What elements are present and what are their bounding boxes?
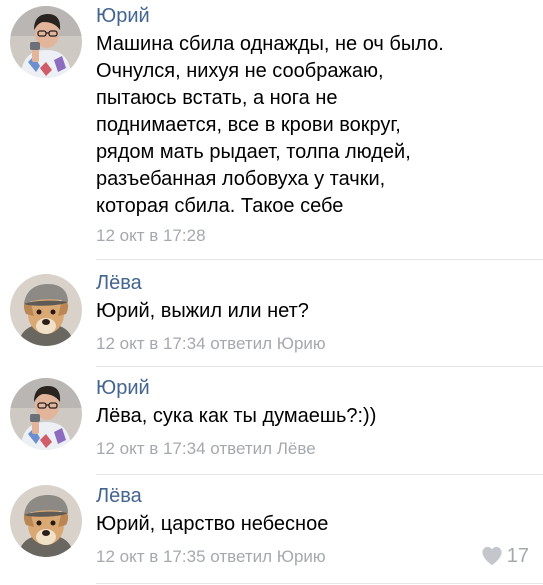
comment: Юрий Машина сбила однажды, не оч было. О… [0, 0, 543, 260]
dog-in-cap-icon [10, 274, 82, 346]
comment-text: Юрий, выжил или нет? [96, 298, 536, 325]
comment-text-line: пытаюсь встать, а нога не [96, 87, 338, 109]
comment-author[interactable]: Юрий [96, 4, 150, 28]
dog-in-cap-icon [10, 485, 82, 557]
comment-text-line: Юрий, царство небесное [96, 513, 329, 535]
comment-text-line: поднимается, все в крови вокруг, [96, 114, 401, 136]
divider [96, 583, 543, 584]
comment-timestamp[interactable]: 12 окт в 17:35 ответил Юрию [96, 546, 326, 568]
comment-author[interactable]: Лёва [96, 271, 142, 295]
comment-timestamp[interactable]: 12 окт в 17:28 [96, 225, 206, 247]
comment-text-line: рядом мать рыдает, толпа людей, [96, 141, 411, 163]
avatar[interactable] [10, 378, 82, 450]
comment-text-line: Лёва, сука как ты думаешь?:)) [96, 405, 377, 427]
comment-author[interactable]: Лёва [96, 484, 142, 508]
heart-icon [482, 546, 502, 566]
comment-text-line: Юрий, выжил или нет? [96, 300, 309, 322]
comment-text: Лёва, сука как ты думаешь?:)) [96, 403, 536, 430]
comment: Лёва Юрий, выжил или нет? 12 окт в 17:34… [0, 260, 543, 367]
avatar[interactable] [10, 485, 82, 557]
comment-text-line: разъебанная лобовуха у тачки, [96, 168, 386, 190]
like-count: 17 [506, 545, 529, 567]
comment-text: Юрий, царство небесное [96, 511, 536, 538]
avatar[interactable] [10, 6, 82, 78]
avatar[interactable] [10, 274, 82, 346]
comment-text-line: Машина сбила однажды, не оч было. [96, 33, 444, 55]
comment-text-line: которая сбила. Такое себе [96, 195, 344, 217]
man-portrait-icon [10, 378, 82, 450]
man-portrait-icon [10, 6, 82, 78]
comment: Юрий Лёва, сука как ты думаешь?:)) 12 ок… [0, 367, 543, 475]
like-button[interactable]: 17 [481, 544, 529, 568]
comment-author[interactable]: Юрий [96, 376, 150, 400]
comment: Лёва Юрий, царство небесное 12 окт в 17:… [0, 475, 543, 585]
comment-text: Машина сбила однажды, не оч было. Очнулс… [96, 31, 536, 220]
comment-timestamp[interactable]: 12 окт в 17:34 ответил Лёве [96, 438, 316, 460]
comment-timestamp[interactable]: 12 окт в 17:34 ответил Юрию [96, 333, 326, 355]
comment-text-line: Очнулся, нихуя не соображаю, [96, 60, 384, 82]
